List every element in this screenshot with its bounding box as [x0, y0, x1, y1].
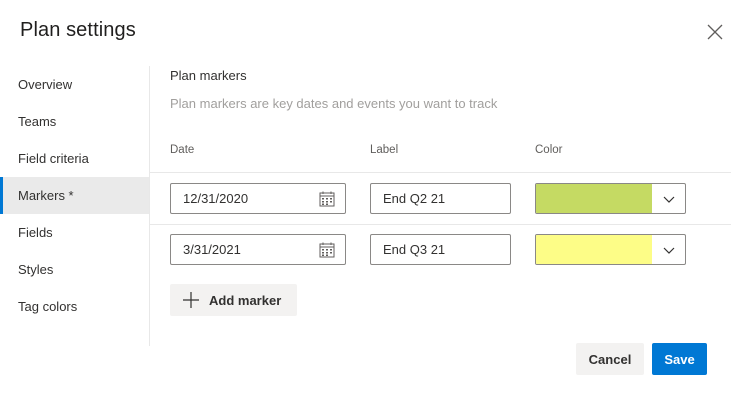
section-description: Plan markers are key dates and events yo…	[170, 96, 498, 111]
marker-date-field[interactable]: 12/31/2020	[170, 183, 346, 214]
sidebar-item-label: Teams	[18, 114, 57, 129]
column-header-color: Color	[535, 144, 563, 156]
marker-color-picker[interactable]	[535, 183, 686, 214]
dialog-title: Plan settings	[20, 19, 136, 41]
marker-label-field[interactable]: End Q3 21	[370, 234, 511, 265]
sidebar-item-label: Markers *	[18, 188, 74, 203]
sidebar-item-label: Overview	[18, 77, 73, 92]
row-divider	[150, 172, 731, 173]
sidebar-item-label: Styles	[18, 262, 54, 277]
cancel-button[interactable]: Cancel	[576, 343, 644, 375]
sidebar-item-label: Fields	[18, 225, 53, 240]
row-divider	[150, 224, 731, 225]
sidebar-item-teams[interactable]: Teams	[0, 103, 149, 140]
marker-label-field[interactable]: End Q2 21	[370, 183, 511, 214]
sidebar-item-markers[interactable]: Markers *	[0, 177, 149, 214]
marker-date-value: 12/31/2020	[183, 191, 249, 206]
sidebar-item-label: Tag colors	[18, 299, 78, 314]
column-header-date: Date	[170, 144, 195, 156]
marker-label-value: End Q3 21	[383, 242, 446, 257]
add-marker-label: Add marker	[209, 292, 282, 308]
chevron-down-icon	[663, 247, 675, 254]
sidebar-item-fields[interactable]: Fields	[0, 214, 149, 251]
marker-color-swatch	[536, 184, 652, 213]
marker-color-swatch	[536, 235, 652, 264]
add-marker-button[interactable]: Add marker	[170, 284, 297, 316]
section-title: Plan markers	[170, 68, 247, 83]
sidebar-item-overview[interactable]: Overview	[0, 66, 149, 103]
settings-sidebar: Overview Teams Field criteria Markers * …	[0, 66, 150, 346]
chevron-down-icon	[663, 196, 675, 203]
calendar-icon[interactable]	[319, 191, 335, 207]
sidebar-item-tag-colors[interactable]: Tag colors	[0, 288, 149, 325]
sidebar-item-label: Field criteria	[18, 151, 89, 166]
sidebar-item-field-criteria[interactable]: Field criteria	[0, 140, 149, 177]
close-button[interactable]	[701, 18, 729, 46]
close-icon	[707, 24, 723, 40]
marker-color-picker[interactable]	[535, 234, 686, 265]
marker-date-value: 3/31/2021	[183, 242, 241, 257]
calendar-icon[interactable]	[319, 242, 335, 258]
save-button[interactable]: Save	[652, 343, 707, 375]
marker-date-field[interactable]: 3/31/2021	[170, 234, 346, 265]
column-header-label: Label	[370, 144, 399, 156]
plus-icon	[183, 292, 199, 308]
marker-label-value: End Q2 21	[383, 191, 446, 206]
sidebar-item-styles[interactable]: Styles	[0, 251, 149, 288]
